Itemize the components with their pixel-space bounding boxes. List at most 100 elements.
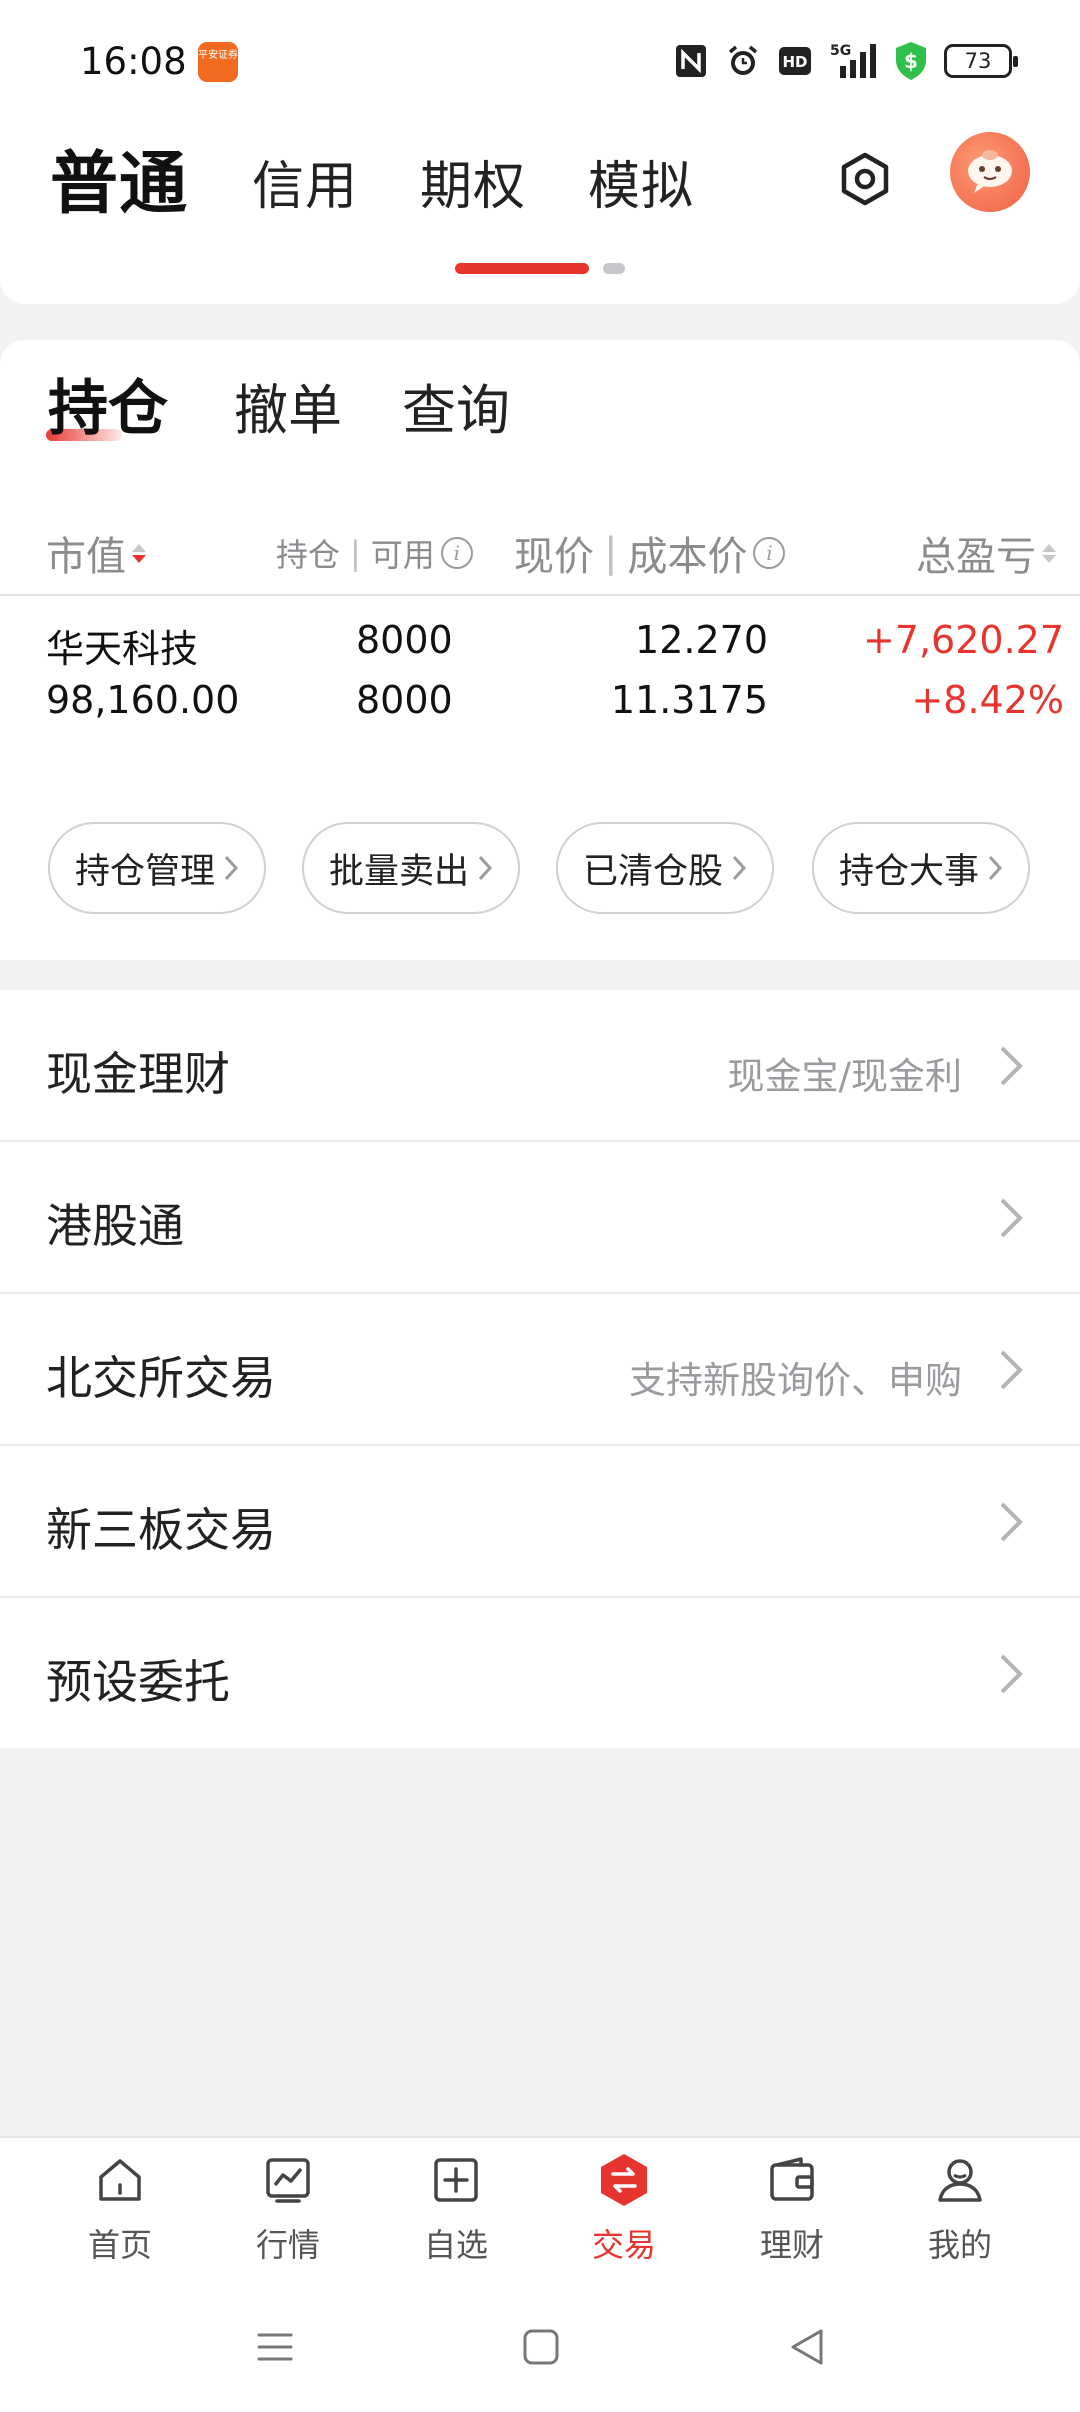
header-market-value[interactable]: 市值	[46, 524, 146, 582]
nav-wealth[interactable]: 理财	[732, 2152, 852, 2272]
tab-options[interactable]: 期权	[420, 144, 526, 219]
menu-item-label: 港股通	[46, 1199, 184, 1253]
nfc-icon	[672, 42, 710, 80]
menu-item-bse-trading[interactable]: 北交所交易 支持新股询价、申购	[0, 1294, 1080, 1446]
status-bar: 16:08 平安证券 HD 5G $ 73	[0, 0, 1080, 120]
nav-profile[interactable]: 我的	[900, 2152, 1020, 2272]
table-row[interactable]: 华天科技 98,160.00 8000 8000 12.270 11.3175 …	[0, 606, 1080, 756]
holdings-events-button[interactable]: 持仓大事	[812, 822, 1030, 914]
svg-text:HD: HD	[782, 53, 807, 71]
menu-item-label: 北交所交易	[46, 1351, 276, 1405]
cost-price: 11.3175	[610, 678, 768, 722]
chevron-right-icon	[224, 855, 239, 881]
nav-label: 理财	[759, 2226, 824, 2264]
svg-text:$: $	[904, 49, 918, 73]
menu-icon[interactable]	[250, 2322, 300, 2372]
holdings-manage-button[interactable]: 持仓管理	[48, 822, 266, 914]
tab-simulation[interactable]: 模拟	[588, 144, 694, 219]
chevron-right-icon	[1000, 1502, 1023, 1542]
home-icon	[92, 2152, 148, 2208]
market-value: 98,160.00	[46, 678, 240, 722]
assistant-avatar[interactable]	[950, 132, 1030, 212]
tab-label: 信用	[252, 157, 359, 217]
tab-label: 持仓	[48, 374, 168, 444]
header-price-cost: 现价 | 成本价 i	[514, 524, 786, 582]
trade-menu-list: 现金理财 现金宝/现金利 港股通 北交所交易 支持新股询价、申购 新三板交易 预…	[0, 990, 1080, 1748]
chevron-right-icon	[988, 855, 1003, 881]
current-price: 12.270	[635, 618, 768, 662]
menu-item-preset-order[interactable]: 预设委托	[0, 1598, 1080, 1748]
wallet-icon	[764, 2152, 820, 2208]
app-notification-icon: 平安证券	[198, 42, 238, 82]
nav-label: 我的	[927, 2226, 992, 2264]
tab-query[interactable]: 查询	[402, 366, 510, 445]
stock-name: 华天科技	[46, 627, 199, 671]
info-icon[interactable]: i	[753, 537, 786, 569]
tab-cancel-order[interactable]: 撤单	[234, 366, 342, 445]
nav-label: 交易	[591, 2226, 656, 2264]
network-type-label: 5G	[830, 43, 851, 59]
total-pnl: +7,620.27	[862, 618, 1064, 662]
menu-item-label: 新三板交易	[46, 1503, 276, 1557]
hd-icon: HD	[776, 42, 814, 80]
cleared-stocks-button[interactable]: 已清仓股	[556, 822, 774, 914]
chevron-right-icon	[478, 855, 493, 881]
header-position-available: 持仓 | 可用 i	[276, 530, 473, 576]
menu-item-neeq-trading[interactable]: 新三板交易	[0, 1446, 1080, 1598]
tab-label: 普通	[50, 145, 189, 224]
menu-item-label: 预设委托	[46, 1655, 230, 1709]
menu-item-hint: 现金宝/现金利	[727, 1055, 962, 1098]
alarm-icon	[724, 42, 762, 80]
shield-dollar-icon: $	[892, 42, 930, 80]
bottom-nav: 首页 行情 自选 交易 理财 我的	[0, 2136, 1080, 2282]
header-total-pnl[interactable]: 总盈亏	[916, 524, 1056, 582]
user-icon	[932, 2152, 988, 2208]
info-icon[interactable]: i	[440, 537, 473, 569]
chevron-right-icon	[732, 855, 747, 881]
tab-label: 查询	[402, 379, 510, 442]
chevron-right-icon	[1000, 1198, 1023, 1238]
chevron-right-icon	[1000, 1654, 1023, 1694]
total-pnl-percent: +8.42%	[911, 678, 1064, 722]
position-qty: 8000	[356, 618, 453, 662]
available-qty: 8000	[356, 678, 453, 722]
status-icons: HD 5G $ 73	[672, 38, 1018, 84]
nav-watchlist[interactable]: 自选	[396, 2152, 516, 2272]
nav-label: 行情	[255, 2226, 320, 2264]
menu-item-cash-management[interactable]: 现金理财 现金宝/现金利	[0, 990, 1080, 1142]
quick-actions: 持仓管理 批量卖出 已清仓股 持仓大事	[0, 822, 1080, 916]
back-icon[interactable]	[782, 2322, 832, 2372]
signal-icon: 5G	[828, 42, 878, 80]
batch-sell-button[interactable]: 批量卖出	[302, 822, 520, 914]
tab-normal[interactable]: 普通	[47, 128, 189, 227]
page-dot-active	[455, 263, 589, 274]
settings-button[interactable]	[834, 148, 896, 210]
sort-icon	[132, 543, 146, 563]
exchange-icon	[596, 2152, 652, 2208]
menu-item-hk-connect[interactable]: 港股通	[0, 1142, 1080, 1294]
holdings-panel: 持仓 撤单 查询 市值 持仓 | 可用 i 现价 | 成本价 i 总盈亏 华天科…	[0, 340, 1080, 960]
chart-icon	[260, 2152, 316, 2208]
status-time: 16:08	[80, 40, 187, 83]
holdings-table-header: 市值 持仓 | 可用 i 现价 | 成本价 i 总盈亏	[0, 510, 1080, 596]
page-dot	[603, 263, 625, 274]
nav-market[interactable]: 行情	[228, 2152, 348, 2272]
hexagon-settings-icon	[841, 152, 889, 206]
tab-label: 期权	[420, 157, 527, 217]
tab-label: 模拟	[588, 157, 695, 217]
sort-icon	[1042, 543, 1056, 563]
chevron-right-icon	[1000, 1046, 1023, 1086]
tab-credit[interactable]: 信用	[252, 144, 358, 219]
nav-trade[interactable]: 交易	[564, 2152, 684, 2272]
menu-item-label: 现金理财	[46, 1047, 230, 1101]
chat-bubble-icon	[968, 150, 1012, 193]
home-button-icon[interactable]	[516, 2322, 566, 2372]
nav-label: 首页	[87, 2226, 152, 2264]
nav-home[interactable]: 首页	[60, 2152, 180, 2272]
account-type-tabs: 普通 信用 期权 模拟	[0, 120, 1080, 304]
battery-icon: 73	[944, 44, 1018, 78]
tab-holdings[interactable]: 持仓	[46, 360, 168, 447]
page-indicator	[455, 263, 625, 274]
chevron-right-icon	[1000, 1350, 1023, 1390]
add-square-icon	[428, 2152, 484, 2208]
